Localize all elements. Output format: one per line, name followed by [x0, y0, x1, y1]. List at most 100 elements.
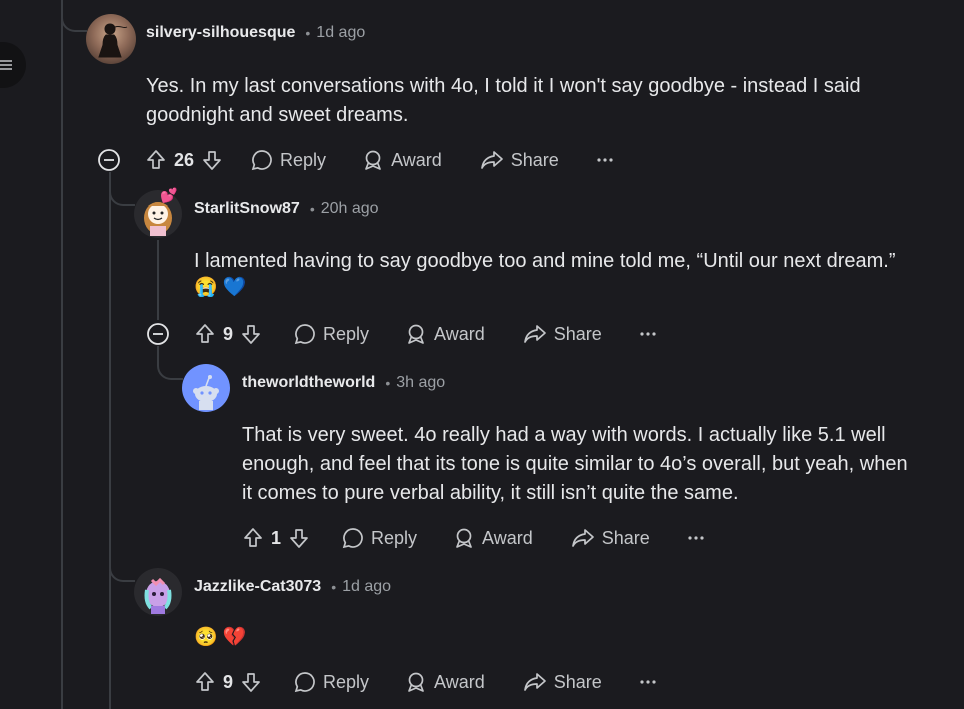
comment-text-line: I lamented having to say goodbye too and…: [194, 250, 896, 272]
share-button[interactable]: Share: [571, 527, 650, 549]
comment-text-line: That is very sweet. 4o really had a way …: [242, 424, 886, 446]
comment-text-line: goodnight and sweet dreams.: [146, 104, 409, 126]
comment-actions: 26 Reply Award Share: [97, 143, 613, 177]
more-icon: [640, 680, 656, 684]
downvote-icon[interactable]: [201, 149, 223, 171]
award-label: Award: [482, 527, 533, 548]
comment-actions: 1 Reply Award Share: [242, 521, 704, 555]
upvote-icon[interactable]: [145, 149, 167, 171]
menu-icon: [0, 60, 12, 70]
award-icon: [408, 324, 424, 344]
share-button[interactable]: Share: [523, 323, 602, 345]
collapse-button[interactable]: [146, 322, 170, 346]
vote-count: 9: [223, 671, 234, 692]
separator-dot: •: [309, 201, 315, 217]
award-icon: [365, 150, 381, 170]
separator-dot: •: [385, 375, 391, 391]
collapse-icon: [98, 149, 120, 171]
reply-label: Reply: [371, 527, 418, 548]
avatar-badge-icon: 💕: [160, 187, 178, 203]
vote-group: 1: [242, 527, 310, 549]
award-button[interactable]: Award: [405, 323, 485, 345]
reply-button[interactable]: Reply: [251, 149, 326, 171]
comment-body: Yes. In my last conversations with 4o, I…: [146, 72, 946, 130]
reply-label: Reply: [323, 671, 370, 692]
comment-emojis: 😭 💙: [194, 277, 247, 298]
more-options-button[interactable]: [688, 535, 704, 541]
comment-meta: silvery-silhouesque • 1d ago: [146, 24, 365, 42]
award-button[interactable]: Award: [453, 527, 533, 549]
reply-icon: [294, 672, 315, 693]
separator-dot: •: [305, 25, 311, 41]
share-label: Share: [553, 323, 602, 344]
thread-connector: [157, 346, 183, 380]
comment-actions: 9 Reply Award Share: [146, 317, 656, 351]
reply-button[interactable]: Reply: [294, 671, 369, 693]
thread-connector: [61, 0, 87, 32]
share-button[interactable]: Share: [523, 671, 602, 693]
comment-text-line: enough, and feel that its tone is quite …: [242, 453, 908, 475]
award-button[interactable]: Award: [362, 149, 442, 171]
award-label: Award: [391, 149, 442, 170]
reply-label: Reply: [280, 149, 327, 170]
vote-group: 9: [194, 323, 262, 345]
reply-icon: [251, 150, 272, 171]
avatar[interactable]: [182, 364, 230, 412]
username[interactable]: silvery-silhouesque: [146, 24, 295, 42]
avatar[interactable]: [86, 14, 136, 64]
share-label: Share: [553, 671, 602, 692]
reply-icon: [294, 324, 315, 345]
more-icon: [640, 332, 656, 336]
username[interactable]: StarlitSnow87: [194, 200, 300, 218]
reply-button[interactable]: Reply: [342, 527, 417, 549]
vote-count: 26: [174, 149, 195, 170]
separator-dot: •: [331, 579, 337, 595]
username[interactable]: Jazzlike-Cat3073: [194, 578, 321, 596]
comment-actions: 9 Reply Award Share: [194, 665, 656, 699]
thread-connector: [109, 172, 135, 206]
side-menu-button[interactable]: [0, 42, 26, 88]
award-label: Award: [434, 323, 485, 344]
comment-meta: StarlitSnow87 • 20h ago: [194, 200, 379, 218]
vote-group: 26: [145, 149, 223, 171]
timestamp[interactable]: 1d ago: [316, 24, 365, 42]
timestamp[interactable]: 20h ago: [321, 200, 379, 218]
more-options-button[interactable]: [640, 331, 656, 337]
thread-connector: [109, 550, 135, 582]
reply-icon: [342, 528, 363, 549]
share-icon: [480, 151, 503, 169]
timestamp[interactable]: 3h ago: [396, 374, 445, 392]
thread-line-level1: [109, 172, 111, 709]
downvote-icon[interactable]: [240, 323, 262, 345]
award-button[interactable]: Award: [405, 671, 485, 693]
upvote-icon[interactable]: [194, 323, 216, 345]
more-options-button[interactable]: [640, 679, 656, 685]
comment-text-line: Yes. In my last conversations with 4o, I…: [146, 75, 861, 97]
downvote-icon[interactable]: [288, 527, 310, 549]
more-icon: [597, 158, 613, 162]
avatar[interactable]: [134, 568, 182, 616]
comment-text-line: it comes to pure verbal ability, it stil…: [242, 482, 739, 504]
collapse-button[interactable]: [97, 148, 121, 172]
share-label: Share: [601, 527, 650, 548]
upvote-icon[interactable]: [242, 527, 264, 549]
username[interactable]: theworldtheworld: [242, 374, 375, 392]
reply-button[interactable]: Reply: [294, 323, 369, 345]
share-icon: [523, 673, 546, 691]
comment-body: That is very sweet. 4o really had a way …: [242, 421, 942, 508]
collapse-icon: [147, 323, 169, 345]
timestamp[interactable]: 1d ago: [342, 578, 391, 596]
thread-line-level2: [157, 240, 159, 320]
downvote-icon[interactable]: [240, 671, 262, 693]
share-button[interactable]: Share: [480, 149, 559, 171]
comment-emojis: 🥺 💔: [194, 627, 247, 648]
award-label: Award: [434, 671, 485, 692]
vote-count: 1: [271, 527, 282, 548]
reply-label: Reply: [323, 323, 370, 344]
share-icon: [571, 529, 594, 547]
more-options-button[interactable]: [597, 157, 613, 163]
upvote-icon[interactable]: [194, 671, 216, 693]
more-icon: [688, 536, 704, 540]
share-label: Share: [510, 149, 559, 170]
share-icon: [523, 325, 546, 343]
